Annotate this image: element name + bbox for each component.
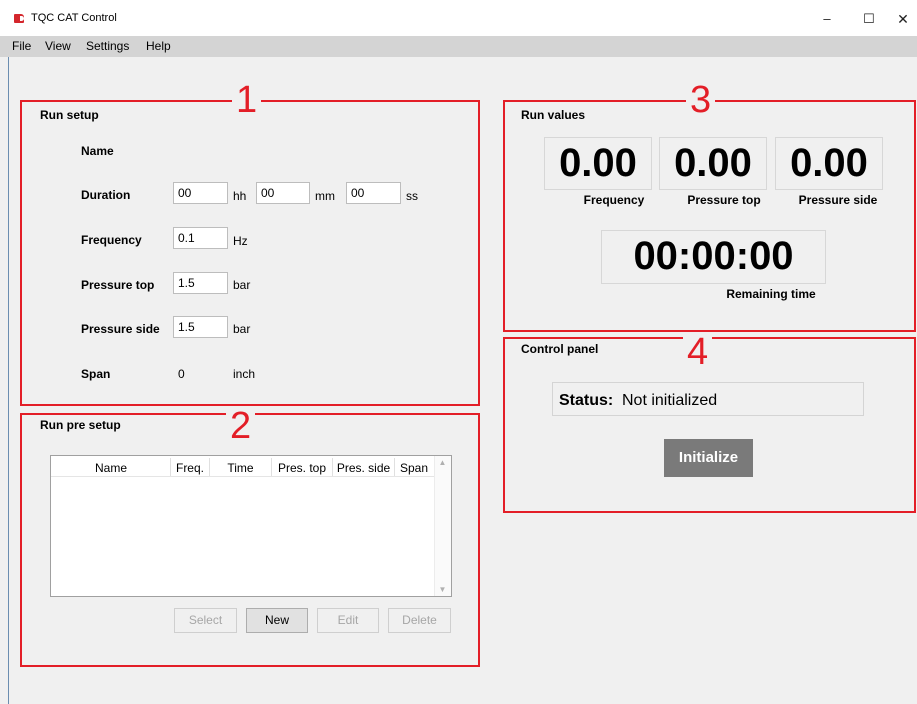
- annotation-4: 4: [683, 332, 713, 372]
- pressure-side-label: Pressure side: [81, 322, 160, 336]
- duration-hours-input[interactable]: 00: [173, 182, 228, 204]
- annotation-3: 3: [686, 80, 716, 120]
- annotation-2: 2: [226, 406, 256, 446]
- column-name[interactable]: Name: [52, 461, 170, 475]
- column-pres-side[interactable]: Pres. side: [333, 461, 394, 475]
- run-values-panel: [503, 100, 916, 332]
- pressure-top-unit: bar: [233, 278, 251, 292]
- menu-settings[interactable]: Settings: [86, 39, 129, 53]
- scroll-up-icon[interactable]: ▲: [436, 458, 449, 467]
- column-pres-top[interactable]: Pres. top: [272, 461, 332, 475]
- remaining-time-display: 00:00:00: [601, 230, 826, 284]
- menu-bar: [0, 36, 917, 57]
- app-logo-icon: [14, 14, 24, 23]
- title-bar: [0, 0, 917, 36]
- run-setup-title: Run setup: [40, 108, 99, 122]
- select-button[interactable]: Select: [174, 608, 237, 633]
- pressure-top-display: 0.00: [659, 137, 767, 190]
- duration-minutes-input[interactable]: 00: [256, 182, 310, 204]
- column-span[interactable]: Span: [395, 461, 433, 475]
- pressure-side-unit: bar: [233, 322, 251, 336]
- annotation-1: 1: [232, 80, 262, 120]
- span-value: 0: [178, 367, 185, 381]
- minutes-unit: mm: [315, 189, 335, 203]
- frequency-unit: Hz: [233, 234, 248, 248]
- menu-file[interactable]: File: [12, 39, 31, 53]
- close-icon[interactable]: ✕: [885, 8, 917, 30]
- edit-button[interactable]: Edit: [317, 608, 379, 633]
- pressure-side-caption: Pressure side: [798, 193, 878, 207]
- name-label: Name: [81, 144, 114, 158]
- status-label: Status:: [559, 392, 614, 409]
- maximize-icon[interactable]: ☐: [851, 8, 887, 30]
- pressure-side-display: 0.00: [775, 137, 883, 190]
- pressure-top-label: Pressure top: [81, 278, 155, 292]
- remaining-time-caption: Remaining time: [726, 287, 816, 301]
- menu-view[interactable]: View: [45, 39, 71, 53]
- control-panel-title: Control panel: [521, 342, 599, 356]
- pressure-top-caption: Pressure top: [687, 193, 761, 207]
- delete-button[interactable]: Delete: [388, 608, 451, 633]
- new-button[interactable]: New: [246, 608, 308, 633]
- frequency-label: Frequency: [81, 233, 142, 247]
- seconds-unit: ss: [406, 189, 418, 203]
- hours-unit: hh: [233, 189, 247, 203]
- column-freq[interactable]: Freq.: [171, 461, 209, 475]
- duration-seconds-input[interactable]: 00: [346, 182, 401, 204]
- column-time[interactable]: Time: [210, 461, 271, 475]
- list-header-divider: [51, 476, 434, 477]
- initialize-button[interactable]: Initialize: [664, 439, 753, 477]
- run-pre-setup-title: Run pre setup: [40, 418, 121, 432]
- span-unit: inch: [233, 367, 256, 381]
- menu-help[interactable]: Help: [146, 39, 171, 53]
- run-values-title: Run values: [521, 108, 586, 122]
- window-title: TQC CAT Control: [31, 12, 117, 24]
- frequency-display: 0.00: [544, 137, 652, 190]
- status-value: Not initialized: [622, 392, 718, 409]
- list-scrollbar[interactable]: [434, 456, 451, 596]
- span-label: Span: [81, 367, 111, 381]
- frequency-input[interactable]: 0.1: [173, 227, 228, 249]
- minimize-icon[interactable]: –: [809, 8, 845, 30]
- pressure-top-input[interactable]: 1.5: [173, 272, 228, 294]
- scroll-down-icon[interactable]: ▼: [436, 585, 449, 594]
- frequency-caption: Frequency: [583, 193, 645, 207]
- window-left-edge: [8, 57, 9, 704]
- duration-label: Duration: [81, 188, 131, 202]
- pressure-side-input[interactable]: 1.5: [173, 316, 228, 338]
